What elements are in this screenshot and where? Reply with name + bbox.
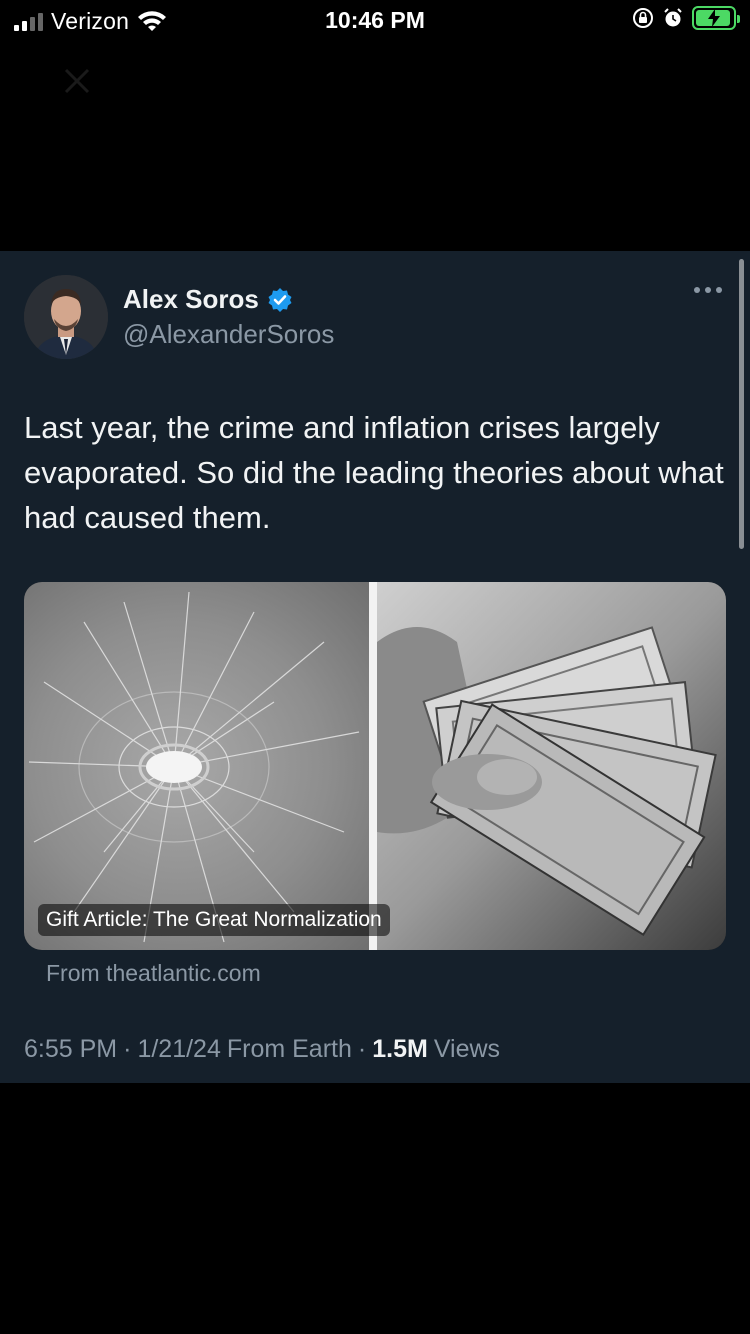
avatar[interactable] xyxy=(24,275,108,359)
battery-icon xyxy=(692,6,740,30)
charging-bolt-icon xyxy=(708,9,720,27)
link-card-title[interactable]: Gift Article: The Great Normalization xyxy=(38,904,390,936)
tweet-time: 6:55 PM xyxy=(24,1035,118,1063)
meta-separator: · xyxy=(123,1035,132,1063)
link-card-media[interactable]: Gift Article: The Great Normalization xyxy=(24,582,726,950)
orientation-lock-icon xyxy=(633,8,653,28)
verified-badge-icon xyxy=(268,287,292,312)
tweet-date: 1/21/24 xyxy=(137,1035,221,1063)
author-handle[interactable]: @AlexanderSoros xyxy=(123,319,334,350)
tweet-meta: 6:55 PM · 1/21/24 From Earth · 1.5M View… xyxy=(24,1035,500,1064)
shattered-glass-image xyxy=(24,582,369,950)
avatar-image xyxy=(24,275,108,359)
link-source[interactable]: From theatlantic.com xyxy=(46,960,261,987)
tweet-text: Last year, the crime and inflation crise… xyxy=(24,410,724,535)
tweet-card[interactable]: Alex Soros @AlexanderSoros Last year, th… xyxy=(0,251,750,1083)
media-divider xyxy=(369,582,377,950)
views-count[interactable]: 1.5M xyxy=(372,1035,428,1064)
alarm-icon xyxy=(664,8,682,27)
close-icon[interactable] xyxy=(60,64,94,98)
views-label[interactable]: Views xyxy=(434,1035,500,1064)
tweet-client: From Earth xyxy=(226,1035,352,1063)
author-name[interactable]: Alex Soros xyxy=(123,284,259,315)
cash-in-hand-image xyxy=(377,582,726,950)
author-row: Alex Soros xyxy=(123,284,293,315)
more-options-icon[interactable] xyxy=(694,287,722,293)
scrollbar[interactable] xyxy=(739,259,744,549)
meta-separator: · xyxy=(357,1035,367,1063)
status-bar: Verizon 10:46 PM xyxy=(0,0,750,44)
status-right xyxy=(632,6,740,30)
